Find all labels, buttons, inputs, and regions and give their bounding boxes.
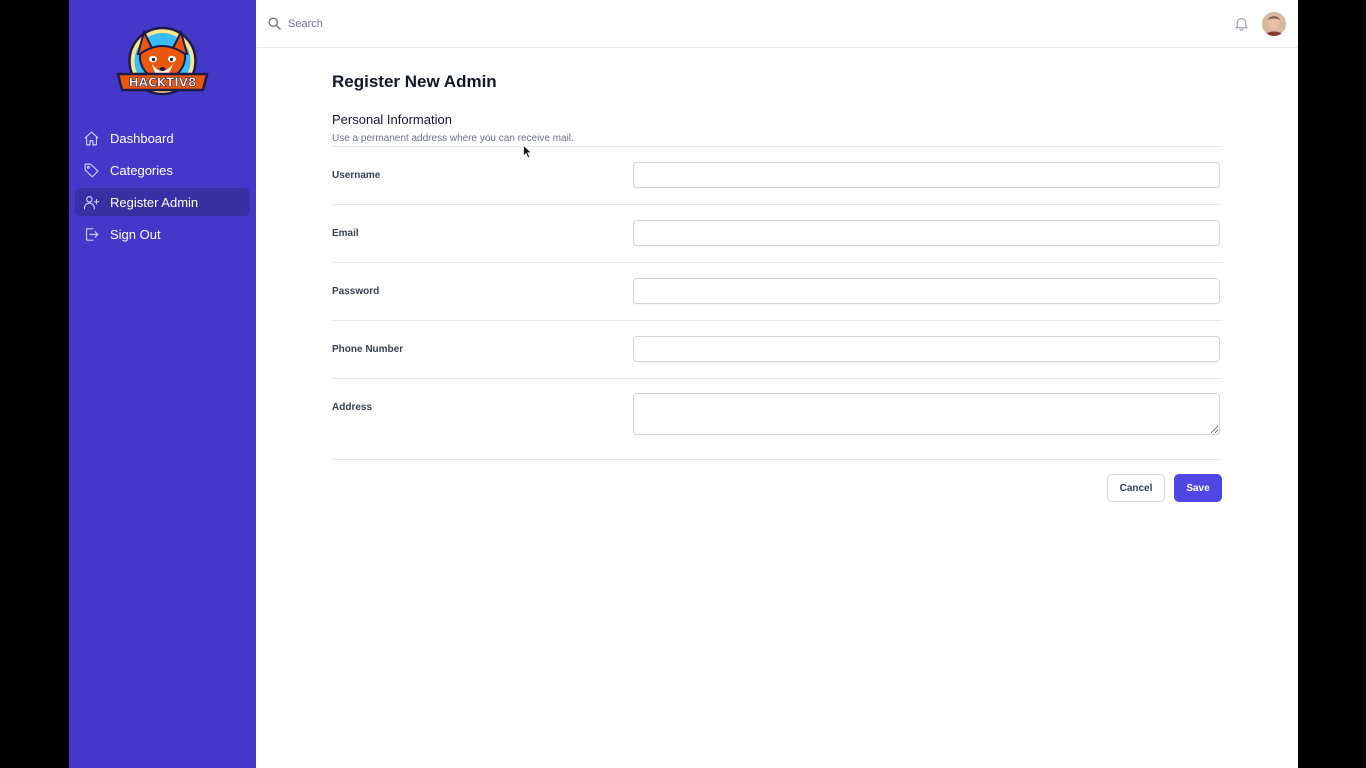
sidebar-item-dashboard[interactable]: Dashboard (75, 124, 250, 152)
mouse-cursor-icon (523, 145, 533, 159)
sidebar-item-label: Sign Out (110, 226, 161, 242)
bell-icon[interactable] (1233, 15, 1250, 32)
divider (332, 262, 1222, 263)
phone-number-label: Phone Number (332, 344, 404, 355)
sidebar-item-sign-out[interactable]: Sign Out (75, 220, 250, 248)
hacktiv8-logo[interactable]: HACKTIV8 (114, 24, 211, 98)
divider (332, 459, 1222, 460)
search-input[interactable] (288, 13, 788, 35)
divider (332, 320, 1222, 321)
user-add-icon (82, 193, 100, 211)
sidebar: HACKTIV8 Dashboard Categories Register A… (69, 0, 256, 768)
password-label: Password (332, 286, 380, 297)
section-title: Personal Information (332, 112, 452, 127)
top-bar (256, 0, 1298, 48)
section-description: Use a permanent address where you can re… (332, 133, 574, 144)
sidebar-item-register-admin[interactable]: Register Admin (75, 188, 250, 216)
address-field[interactable] (633, 393, 1220, 435)
username-label: Username (332, 170, 381, 181)
divider (332, 378, 1222, 379)
divider (332, 146, 1222, 147)
tag-icon (82, 161, 100, 179)
sidebar-item-label: Register Admin (110, 194, 199, 210)
email-label: Email (332, 228, 359, 239)
username-field[interactable] (633, 162, 1220, 188)
logout-icon (82, 225, 100, 243)
save-button[interactable]: Save (1174, 474, 1222, 502)
sidebar-item-label: Dashboard (110, 130, 174, 146)
avatar[interactable] (1262, 12, 1286, 36)
address-label: Address (332, 402, 373, 413)
email-field[interactable] (633, 220, 1220, 246)
sidebar-item-categories[interactable]: Categories (75, 156, 250, 184)
page-title: Register New Admin (332, 72, 497, 91)
search-icon (268, 17, 281, 30)
cancel-button[interactable]: Cancel (1107, 474, 1165, 502)
app-window: HACKTIV8 Dashboard Categories Register A… (69, 0, 1298, 768)
divider (332, 204, 1222, 205)
home-icon (82, 129, 100, 147)
sidebar-item-label: Categories (110, 162, 173, 178)
password-field[interactable] (633, 278, 1220, 304)
phone-number-field[interactable] (633, 336, 1220, 362)
logo-text: HACKTIV8 (129, 76, 197, 90)
